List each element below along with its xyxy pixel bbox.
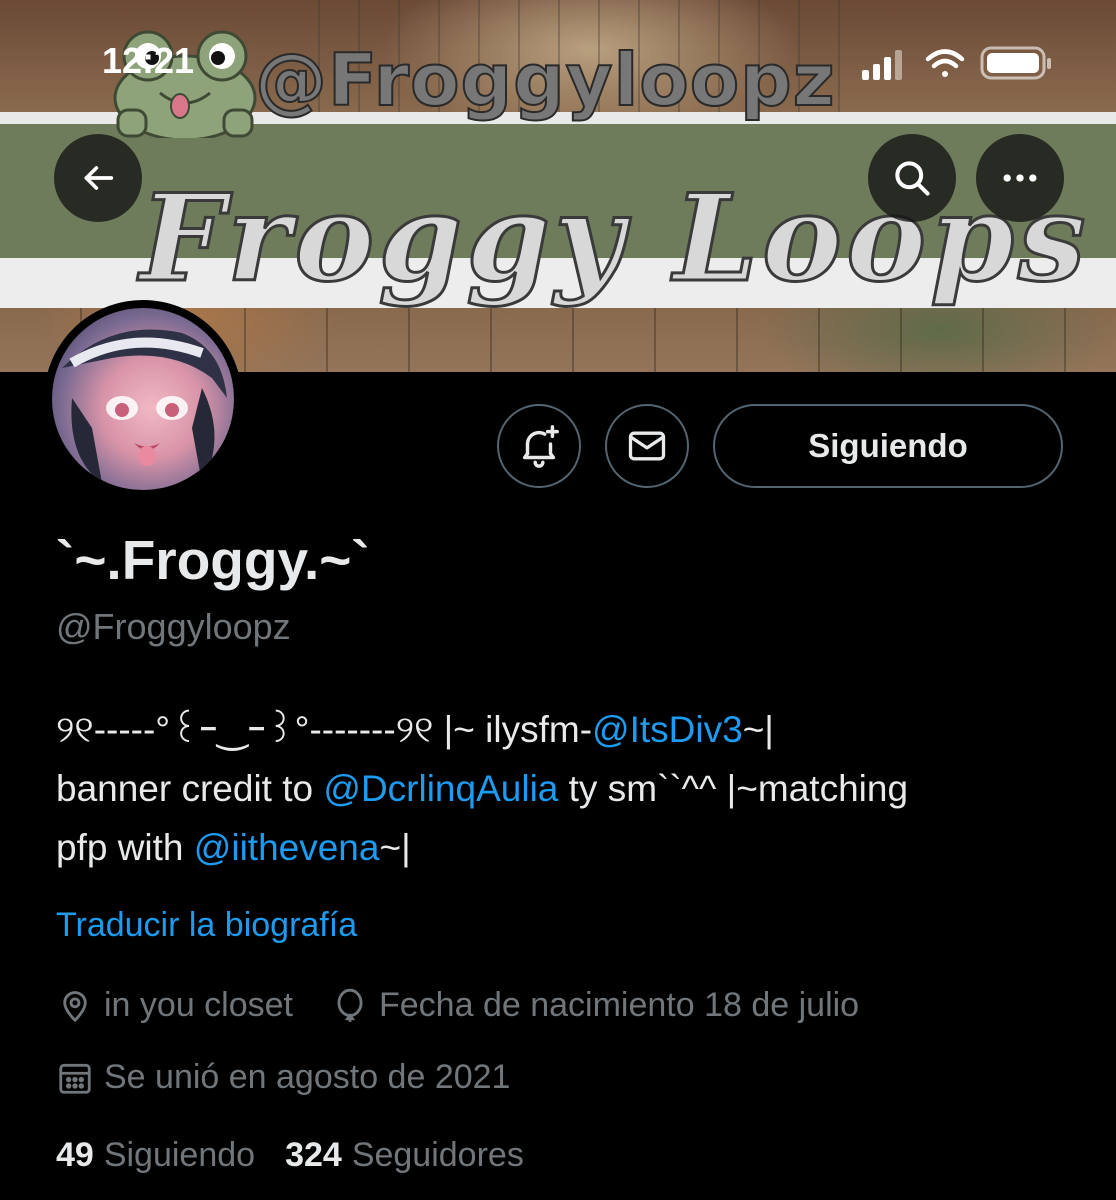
user-handle: @Froggyloopz bbox=[56, 606, 291, 647]
profile-meta-row: Se unió en agosto de 2021 bbox=[56, 1058, 510, 1097]
avatar[interactable] bbox=[44, 300, 242, 498]
follow-counts: 49 Siguiendo 324 Seguidores bbox=[56, 1136, 524, 1175]
translate-bio-link[interactable]: Traducir la biografía bbox=[56, 906, 357, 945]
arrow-left-icon bbox=[84, 166, 114, 190]
following-label: Siguiendo bbox=[103, 1136, 256, 1174]
notifications-button[interactable] bbox=[497, 404, 581, 488]
location-pin-icon bbox=[63, 990, 87, 1022]
display-name: `~.Froggy.~` bbox=[56, 529, 370, 591]
bell-plus-icon bbox=[522, 425, 559, 468]
following-count-link[interactable]: 49 Siguiendo bbox=[56, 1136, 255, 1175]
wifi-icon bbox=[925, 49, 965, 77]
bio-text: ~| bbox=[742, 709, 774, 750]
bio-line: banner credit to @DcrlinqAulia ty sm``^^… bbox=[56, 759, 1066, 818]
followers-count-link[interactable]: 324 Seguidores bbox=[285, 1136, 524, 1175]
profile-bio: ୨୧-----°꒰ｰ‿ｰ꒱°-------୨୧ |~ ilysfm-@ItsDi… bbox=[56, 700, 1066, 877]
bio-line: pfp with @iithevena~| bbox=[56, 818, 1066, 877]
location-item: in you closet bbox=[56, 986, 293, 1025]
avatar-illustration bbox=[62, 329, 227, 483]
more-options-button[interactable] bbox=[976, 134, 1064, 222]
following-button[interactable]: Siguiendo bbox=[713, 404, 1063, 488]
bio-text: ୨୧-----°꒰ｰ‿ｰ꒱°-------୨୧ |~ ilysfm- bbox=[56, 709, 593, 750]
more-horizontal-icon bbox=[1003, 174, 1037, 182]
birthday-item: Fecha de nacimiento 18 de julio bbox=[331, 986, 859, 1025]
search-button[interactable] bbox=[868, 134, 956, 222]
signal-icon bbox=[862, 50, 902, 80]
mention-link[interactable]: @ItsDiv3 bbox=[592, 709, 743, 750]
bio-line: ୨୧-----°꒰ｰ‿ｰ꒱°-------୨୧ |~ ilysfm-@ItsDi… bbox=[56, 700, 1066, 759]
joined-item: Se unió en agosto de 2021 bbox=[56, 1058, 510, 1097]
joined-text: Se unió en agosto de 2021 bbox=[104, 1058, 511, 1096]
bio-text: pfp with bbox=[56, 827, 194, 868]
search-icon bbox=[895, 161, 930, 196]
following-count: 49 bbox=[56, 1136, 94, 1174]
bio-text: banner credit to bbox=[56, 768, 324, 809]
followers-count: 324 bbox=[285, 1136, 342, 1174]
followers-label: Seguidores bbox=[351, 1136, 524, 1174]
bio-text: ty sm``^^ |~matching bbox=[558, 768, 909, 809]
bio-text: ~| bbox=[379, 827, 411, 868]
birthday-text: Fecha de nacimiento 18 de julio bbox=[379, 986, 860, 1024]
battery-icon bbox=[980, 46, 1051, 80]
banner-handle-text: @Froggyloopz bbox=[254, 37, 836, 123]
calendar-icon bbox=[59, 1063, 91, 1094]
back-button[interactable] bbox=[54, 134, 142, 222]
message-button[interactable] bbox=[605, 404, 689, 488]
location-text: in you closet bbox=[104, 986, 293, 1024]
status-icons bbox=[862, 46, 1051, 80]
mention-link[interactable]: @iithevena bbox=[194, 827, 380, 868]
mention-link[interactable]: @DcrlinqAulia bbox=[323, 768, 558, 809]
balloon-icon bbox=[337, 988, 363, 1022]
status-time: 12:21 bbox=[102, 40, 195, 81]
profile-meta-row: in you closet Fecha de nacimiento 18 de … bbox=[56, 986, 859, 1025]
avatar-image bbox=[52, 308, 234, 490]
mail-icon bbox=[628, 431, 666, 461]
